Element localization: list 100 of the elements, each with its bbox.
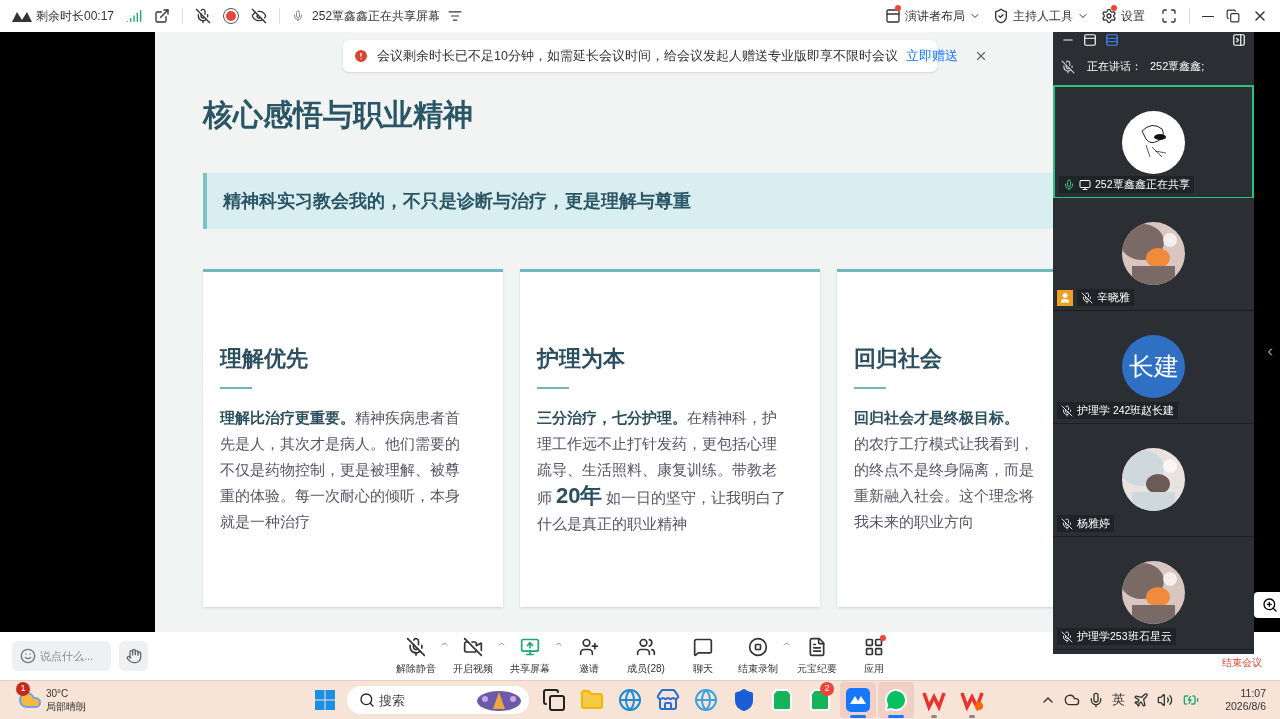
collapse-panel-icon <box>1232 33 1246 47</box>
participant-name: 辛晓雅 <box>1097 289 1130 305</box>
layout-button[interactable]: 演讲者布局 <box>885 7 981 25</box>
mic-icon <box>1063 178 1075 191</box>
browser-icon <box>618 688 642 712</box>
toolbar-button[interactable]: 成员(28) <box>620 636 672 676</box>
app-logo-icon <box>12 10 32 22</box>
toolbar-button[interactable]: 聊天 <box>677 636 729 676</box>
card-heading: 回归社会 <box>854 345 943 373</box>
notification-badge: 1 <box>16 682 30 696</box>
raise-hand-button[interactable] <box>119 641 148 671</box>
toolbar-button[interactable]: 邀请 <box>563 636 615 676</box>
apps-icon <box>864 636 884 657</box>
browser-icon <box>694 688 718 712</box>
card-text-line: 回归社会才是终极目标。 <box>854 408 1020 428</box>
card-heading: 理解优先 <box>220 345 309 373</box>
start-button[interactable] <box>315 690 335 710</box>
card-text-line: 什么是真正的职业精神 <box>537 514 688 534</box>
mic-off-icon <box>405 636 426 657</box>
list-view-button[interactable] <box>1105 33 1119 47</box>
screen-share-icon <box>1079 178 1091 191</box>
toolbar-button[interactable]: 共享屏幕 <box>506 636 554 676</box>
card-text-line: 的终点不是终身隔离，而是 <box>854 460 1035 480</box>
participant-name: 护理学253班石星云 <box>1077 628 1172 644</box>
zoom-button[interactable] <box>1254 592 1280 618</box>
signal-icon <box>126 8 143 24</box>
card-text-line: 重的体验。每一次耐心的倾听，本身 <box>220 486 461 506</box>
sharing-status: 252覃鑫鑫正在共享屏幕 <box>312 8 441 25</box>
minimize-icon <box>1202 15 1214 17</box>
slide-title: 核心感悟与职业精神 <box>203 97 474 133</box>
chat-input[interactable]: 说点什么... <box>12 641 111 671</box>
list-icon <box>1105 33 1119 47</box>
speaking-label: 正在讲话： <box>1087 59 1142 75</box>
clock-time[interactable]: 11:07 <box>1240 687 1266 700</box>
weather-description: 局部晴朗 <box>46 700 86 713</box>
remaining-time: 剩余时长00:17 <box>36 8 115 25</box>
initials-avatar: 长建 <box>1122 335 1185 398</box>
eye-off-icon <box>251 8 268 24</box>
speaker-name: 252覃鑫鑫; <box>1150 59 1205 75</box>
store-icon <box>656 688 680 712</box>
hide-button[interactable] <box>251 8 268 24</box>
participant-tile[interactable]: 杨雅婷 <box>1053 424 1254 537</box>
pop-out-button[interactable] <box>154 8 171 24</box>
card-text-line: 理工作远不止打针发药，更包括心理 <box>537 434 778 454</box>
clock-date[interactable]: 2026/8/6 <box>1225 700 1266 713</box>
settings-button[interactable]: 设置 <box>1101 7 1145 25</box>
zoom-icon <box>1262 597 1278 613</box>
participant-tile[interactable]: 辛晓雅 <box>1053 198 1254 311</box>
mic-off-icon <box>1081 291 1093 304</box>
chat-bubble-icon <box>884 688 908 712</box>
window-icon <box>1083 33 1097 47</box>
notice-message: 会议剩余时长已不足10分钟，如需延长会议时间，给会议发起人赠送专业版即享不限时会议 <box>377 47 898 65</box>
document-icon <box>807 636 827 657</box>
card-text-line: 理解比治疗更重要。精神疾病患者首 <box>220 408 461 428</box>
card-text-line: 的农疗工疗模式让我看到， <box>854 434 1035 454</box>
participant-name: 护理学 242班赵长建 <box>1077 402 1175 418</box>
cloud-icon <box>1064 692 1081 708</box>
fullscreen-icon <box>1161 8 1177 24</box>
toolbar-button[interactable]: 结束录制 <box>734 636 782 676</box>
menu-button[interactable] <box>448 9 463 23</box>
toolbar-button[interactable]: 元宝纪要 <box>791 636 843 676</box>
toolbar-button[interactable]: 开启视频 <box>449 636 497 676</box>
chat-icon <box>693 636 713 657</box>
gift-link[interactable]: 立即赠送 <box>905 46 958 66</box>
stop-record-icon <box>747 636 768 657</box>
card-text-line: 重新融入社会。这个理念将 <box>854 486 1035 506</box>
notification-badge: 2 <box>820 682 834 696</box>
card-text-line: 不仅是药物控制，更是被理解、被尊 <box>220 460 461 480</box>
fullscreen-button[interactable] <box>1161 8 1177 24</box>
taskbar-app[interactable]: 2 <box>802 682 838 718</box>
participant-tile[interactable]: 护理学253班石星云 <box>1053 537 1254 650</box>
card-text-line: 先是人，其次才是病人。他们需要的 <box>220 434 461 454</box>
mic-icon <box>292 10 305 22</box>
airplane-icon <box>1133 692 1150 708</box>
toolbar-button[interactable]: 应用 <box>848 636 900 676</box>
mic-off-icon <box>1061 404 1073 417</box>
participant-name: 252覃鑫鑫正在共享 <box>1095 176 1190 192</box>
toolbar-button[interactable]: 解除静音 <box>392 636 440 676</box>
input-method[interactable]: 英 <box>1112 690 1126 710</box>
window-button[interactable] <box>1083 33 1097 47</box>
shield-icon <box>732 688 756 712</box>
restore-button[interactable] <box>1226 9 1240 23</box>
card-text-line: 三分治疗，七分护理。在精神科，护 <box>537 408 778 428</box>
video-off-icon <box>462 636 483 657</box>
search-icon <box>359 692 375 708</box>
card-text-line: 就是一种治疗 <box>220 512 311 532</box>
participant-name: 杨雅婷 <box>1077 515 1110 531</box>
end-meeting-button[interactable]: 结束会议 <box>1222 655 1262 670</box>
mic-off-icon <box>1061 517 1073 530</box>
host-tools-button[interactable]: 主持人工具 <box>993 7 1089 25</box>
participant-tile[interactable]: 252覃鑫鑫正在共享 <box>1053 85 1254 198</box>
card-text-line: 师 20年 如一日的坚守，让我明白了 <box>537 483 788 510</box>
settings-icon <box>1101 8 1117 24</box>
hide-panel-button[interactable] <box>1232 33 1246 47</box>
menu-icon <box>448 9 463 23</box>
card-text-line: 疏导、生活照料、康复训练。带教老 <box>537 460 778 480</box>
mute-all-button[interactable] <box>195 8 212 24</box>
members-icon <box>636 636 656 657</box>
participant-tile[interactable]: 长建 护理学 242班赵长建 <box>1053 311 1254 424</box>
hand-icon <box>125 648 142 664</box>
